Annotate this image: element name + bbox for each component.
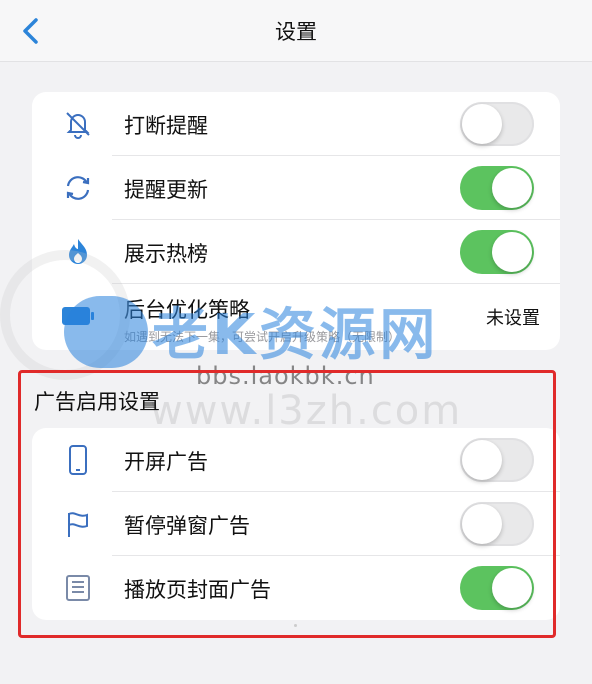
setting-row-interrupt-reminder: 打断提醒 — [32, 92, 560, 156]
setting-row-update-reminder: 提醒更新 — [32, 156, 560, 220]
setting-label: 开屏广告 — [124, 450, 208, 474]
flag-icon — [60, 508, 96, 540]
update-reminder-toggle[interactable] — [460, 166, 534, 210]
setting-label: 后台优化策略 — [124, 298, 250, 322]
setting-label: 展示热榜 — [124, 242, 208, 266]
document-icon — [60, 572, 96, 604]
ads-settings-card: 开屏广告 暂停弹窗广告 播放页封面广告 — [32, 428, 560, 620]
battery-icon — [60, 300, 96, 332]
toggle-knob — [462, 504, 502, 544]
splash-ad-toggle[interactable] — [460, 438, 534, 482]
phone-icon — [60, 444, 96, 476]
ads-section-title: 广告启用设置 — [34, 390, 160, 414]
general-settings-card: 打断提醒 提醒更新 展示热榜 后台优化策略 如遇到无法下一集，可尝试开启升级策略… — [32, 92, 560, 350]
scroll-dot — [294, 624, 297, 627]
pause-popup-ad-toggle[interactable] — [460, 502, 534, 546]
ad-row-cover: 播放页封面广告 — [32, 556, 560, 620]
toggle-knob — [492, 568, 532, 608]
flame-icon — [60, 236, 96, 268]
setting-row-show-hot-list: 展示热榜 — [32, 220, 560, 284]
watermark-url: bbs.laokbk.cn — [196, 362, 375, 390]
toggle-knob — [462, 104, 502, 144]
nav-bar: 设置 — [0, 0, 592, 62]
setting-label: 暂停弹窗广告 — [124, 514, 250, 538]
interrupt-reminder-toggle[interactable] — [460, 102, 534, 146]
setting-label: 打断提醒 — [124, 114, 208, 138]
ad-row-splash: 开屏广告 — [32, 428, 560, 492]
setting-row-background-strategy[interactable]: 后台优化策略 如遇到无法下一集，可尝试开启升级策略（无限制） 未设置 — [32, 284, 560, 350]
page-title: 设置 — [275, 20, 317, 44]
setting-hint: 如遇到无法下一集，可尝试开启升级策略（无限制） — [124, 330, 401, 344]
setting-label: 提醒更新 — [124, 178, 208, 202]
hot-list-toggle[interactable] — [460, 230, 534, 274]
setting-value: 未设置 — [486, 308, 540, 329]
toggle-knob — [462, 440, 502, 480]
refresh-icon — [60, 172, 96, 204]
toggle-knob — [492, 232, 532, 272]
setting-label: 播放页封面广告 — [124, 578, 271, 602]
bell-off-icon — [60, 108, 96, 140]
toggle-knob — [492, 168, 532, 208]
cover-ad-toggle[interactable] — [460, 566, 534, 610]
ad-row-pause-popup: 暂停弹窗广告 — [32, 492, 560, 556]
